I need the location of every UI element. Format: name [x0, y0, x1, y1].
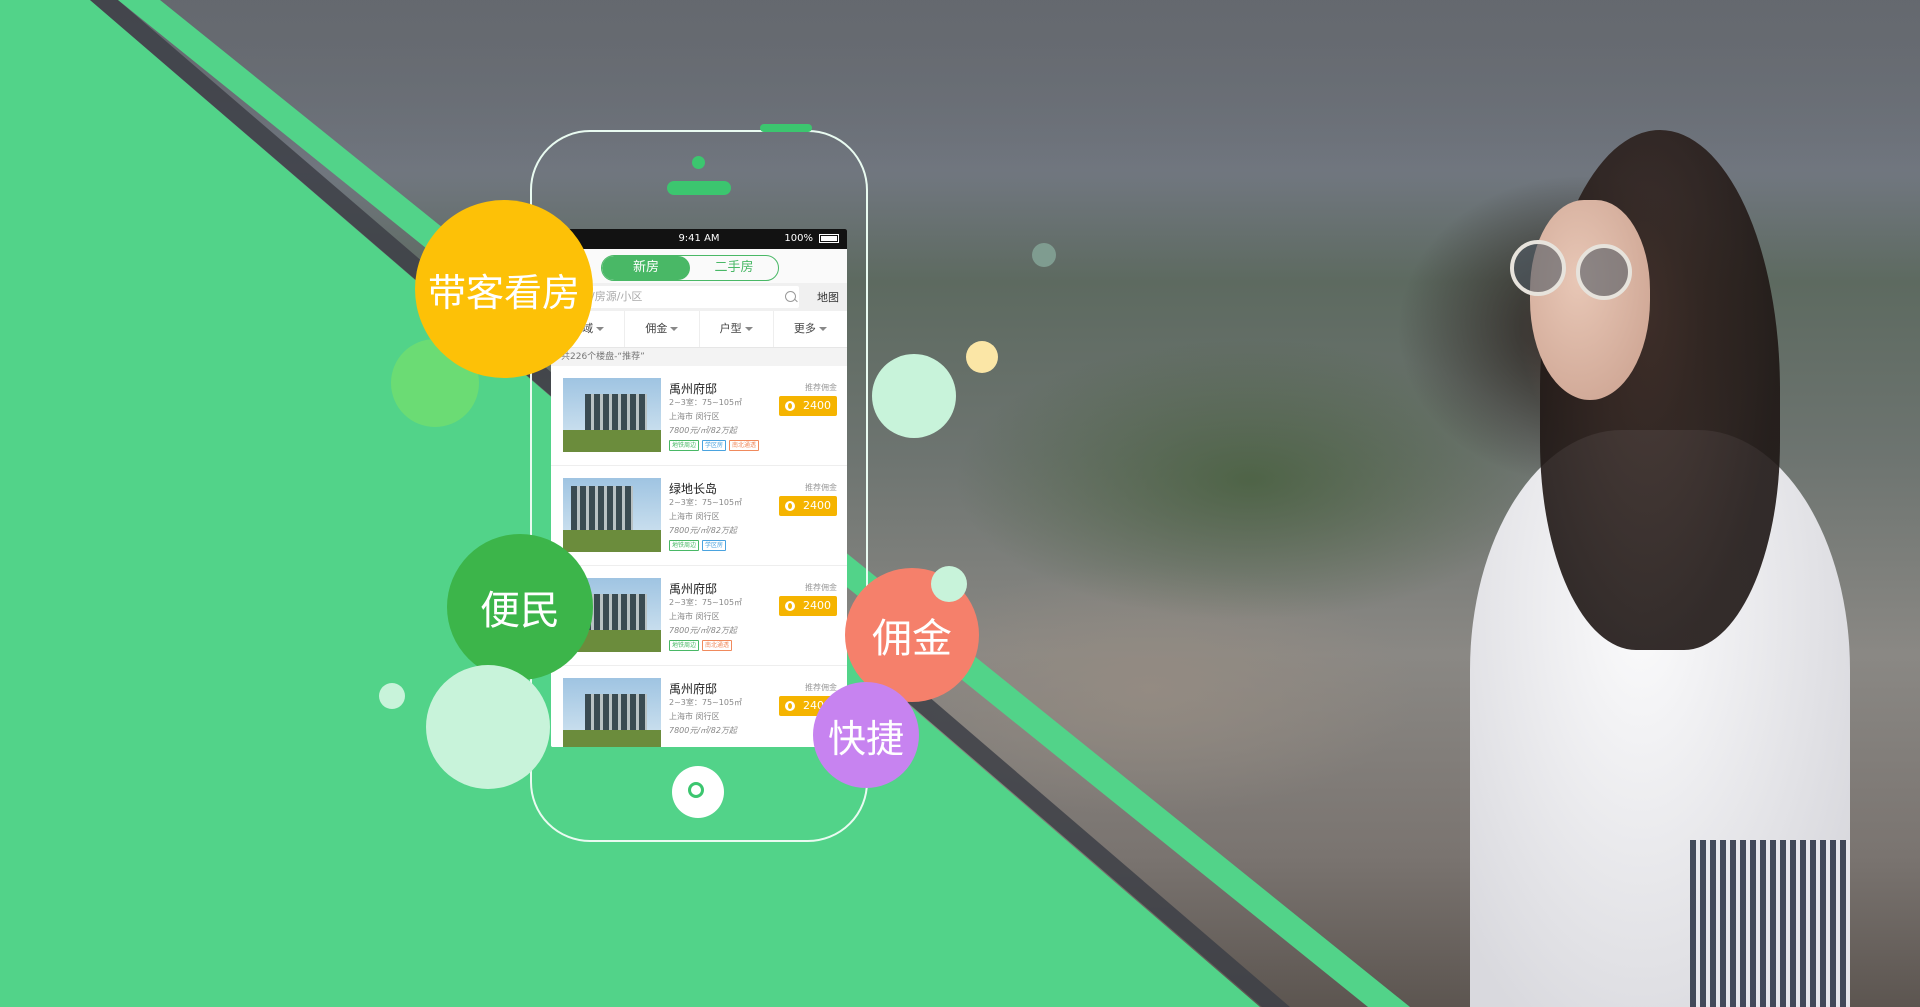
search-row: 商品/房源/小区 地图 — [551, 283, 847, 311]
listing-name: 绿地长岛 — [669, 482, 718, 496]
listing-item[interactable]: 禹州府邸 2~3室：75~105㎡ 上海市 闵行区 7800元/㎡/82万起 地… — [551, 566, 847, 666]
phone-power-button — [760, 124, 812, 132]
chevron-down-icon — [818, 327, 827, 331]
listing-location: 上海市 闵行区 — [669, 612, 720, 621]
chevron-down-icon — [670, 327, 679, 331]
coin-icon — [785, 501, 795, 511]
bubble-dai-ke-kan-fang: 带客看房 — [415, 200, 593, 378]
listing-list: 禹州府邸 2~3室：75~105㎡ 上海市 闵行区 7800元/㎡/82万起 地… — [551, 366, 847, 747]
home-button[interactable] — [672, 766, 724, 818]
listing-spec: 2~3室：75~105㎡ — [669, 498, 743, 507]
battery-percent: 100% — [784, 233, 813, 244]
bubble-mint-right — [872, 354, 956, 438]
bubble-mint-large — [426, 665, 550, 789]
filter-label: 更多 — [793, 322, 816, 335]
commission-value: 2400 — [803, 399, 831, 412]
bubble-label: 便民 — [480, 588, 560, 634]
listing-spec: 2~3室：75~105㎡ — [669, 598, 743, 607]
map-button[interactable]: 地图 — [817, 289, 839, 305]
listing-item[interactable]: 禹州府邸 2~3室：75~105㎡ 上海市 闵行区 7800元/㎡/82万起 地… — [551, 366, 847, 466]
chevron-down-icon — [596, 327, 605, 331]
coin-icon — [785, 601, 795, 611]
tab-second-hand[interactable]: 二手房 — [690, 256, 778, 280]
listing-price: 7800元/㎡/82万起 — [669, 626, 737, 635]
bubble-label: 快捷 — [827, 716, 904, 761]
type-switch-bar: 新房 二手房 — [551, 249, 847, 283]
listing-name: 禹州府邸 — [669, 582, 718, 596]
commission-value: 2400 — [803, 599, 831, 612]
bubble-label: 带客看房 — [427, 270, 580, 315]
listing-name: 禹州府邸 — [669, 682, 718, 696]
listing-item[interactable]: 绿地长岛 2~3室：75~105㎡ 上海市 闵行区 7800元/㎡/82万起 地… — [551, 466, 847, 566]
listing-photo — [563, 478, 661, 552]
bubble-grey-tiny — [1032, 243, 1056, 267]
battery-icon — [819, 234, 839, 243]
filter-layout[interactable]: 户型 — [700, 311, 774, 347]
chevron-down-icon — [744, 327, 753, 331]
tag: 地铁周边 — [669, 640, 700, 651]
bubble-mint-on-salmon — [931, 566, 967, 602]
listing-item[interactable]: 禹州府邸 2~3室：75~105㎡ 上海市 闵行区 7800元/㎡/82万起 推… — [551, 666, 847, 747]
tag: 学区房 — [702, 540, 727, 551]
app-screen: ••• 9:41 AM 100% 新房 二手房 商品/房源/小区 地图 区域 佣… — [551, 229, 847, 747]
tag: 地铁周边 — [669, 540, 700, 551]
status-bar: ••• 9:41 AM 100% — [551, 229, 847, 249]
filter-label: 佣金 — [645, 322, 668, 335]
result-summary: 共226个楼盘-“推荐” — [551, 348, 847, 366]
bubble-mint-dot — [379, 683, 405, 709]
listing-photo — [563, 678, 661, 747]
bubble-label: 佣金 — [872, 616, 952, 662]
commission-badge: 2400 — [779, 396, 837, 416]
listing-tags: 地铁周边 南北通透 — [669, 640, 733, 651]
commission-label: 推荐佣金 — [805, 483, 837, 492]
tag: 南北通透 — [729, 440, 760, 451]
phone-speaker — [667, 181, 731, 195]
coin-icon — [785, 701, 795, 711]
segmented-control: 新房 二手房 — [601, 255, 779, 281]
phone-camera — [692, 156, 705, 169]
tag: 学区房 — [702, 440, 727, 451]
listing-price: 7800元/㎡/82万起 — [669, 426, 737, 435]
listing-location: 上海市 闵行区 — [669, 712, 720, 721]
tag: 南北通透 — [702, 640, 733, 651]
listing-price: 7800元/㎡/82万起 — [669, 726, 737, 735]
filter-more[interactable]: 更多 — [774, 311, 847, 347]
filter-commission[interactable]: 佣金 — [625, 311, 700, 347]
listing-spec: 2~3室：75~105㎡ — [669, 398, 743, 407]
tab-new-home[interactable]: 新房 — [602, 256, 690, 280]
listing-price: 7800元/㎡/82万起 — [669, 526, 737, 535]
commission-badge: 2400 — [779, 596, 837, 616]
bubble-kuai-jie: 快捷 — [813, 682, 919, 788]
listing-location: 上海市 闵行区 — [669, 412, 720, 421]
bubble-bian-min: 便民 — [447, 534, 593, 680]
listing-name: 禹州府邸 — [669, 382, 718, 396]
commission-badge: 2400 — [779, 496, 837, 516]
search-icon[interactable] — [785, 291, 796, 302]
listing-photo — [563, 378, 661, 452]
commission-label: 推荐佣金 — [805, 383, 837, 392]
coin-icon — [785, 401, 795, 411]
filter-label: 户型 — [719, 322, 742, 335]
commission-label: 推荐佣金 — [805, 583, 837, 592]
commission-label: 推荐佣金 — [805, 683, 837, 692]
tag: 地铁周边 — [669, 440, 700, 451]
listing-tags: 地铁周边 学区房 — [669, 540, 727, 551]
listing-location: 上海市 闵行区 — [669, 512, 720, 521]
filter-bar: 区域 佣金 户型 更多 — [551, 311, 847, 348]
bubble-cream-tiny — [966, 341, 998, 373]
commission-value: 2400 — [803, 499, 831, 512]
listing-tags: 地铁周边 学区房 南北通透 — [669, 440, 760, 451]
diagonal-shapes — [0, 0, 1410, 1007]
listing-spec: 2~3室：75~105㎡ — [669, 698, 743, 707]
